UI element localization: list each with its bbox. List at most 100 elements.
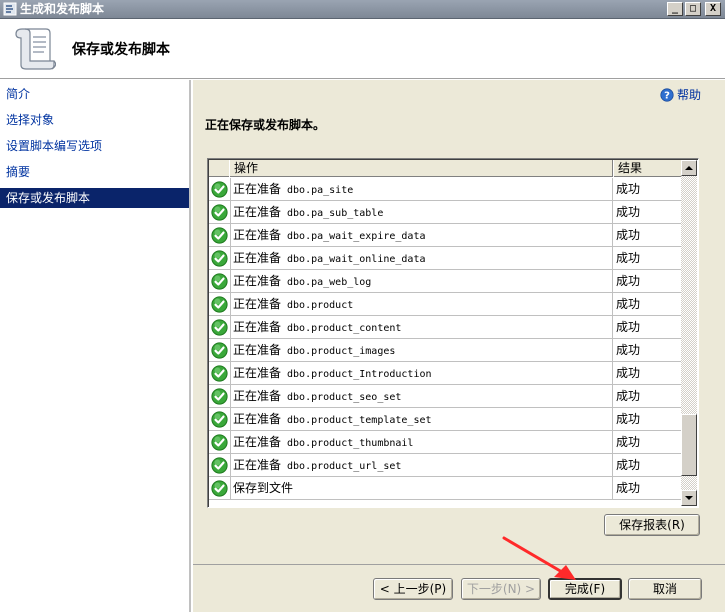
scroll-down-button[interactable]: [681, 490, 697, 506]
save-report-button[interactable]: 保存报表(R): [604, 514, 700, 536]
action-cell: 正在准备 dbo.pa_wait_expire_data: [230, 224, 612, 247]
action-text: 正在准备: [233, 274, 282, 288]
success-check-icon: [211, 434, 228, 451]
table-row[interactable]: 正在准备 dbo.pa_site 成功: [209, 178, 681, 201]
scroll-up-button[interactable]: [681, 160, 697, 176]
minimize-button[interactable]: _: [667, 2, 683, 16]
column-header-result[interactable]: 结果: [613, 160, 684, 177]
object-name: dbo.product: [287, 300, 354, 311]
result-cell: 成功: [612, 454, 681, 477]
table-row[interactable]: 正在准备 dbo.pa_wait_online_data 成功: [209, 247, 681, 270]
table-row[interactable]: 正在准备 dbo.pa_sub_table 成功: [209, 201, 681, 224]
wizard-footer: < 上一步(P) 下一步(N) > 完成(F) 取消: [193, 564, 725, 612]
success-check-icon: [211, 388, 228, 405]
window-controls: _ □ X: [667, 2, 721, 16]
result-cell: 成功: [612, 477, 681, 500]
table-row[interactable]: 正在准备 dbo.product_content 成功: [209, 316, 681, 339]
action-text: 正在准备: [233, 389, 282, 403]
action-text: 正在准备: [233, 182, 282, 196]
script-scroll-icon: [15, 28, 56, 70]
object-name: dbo.product_images: [287, 346, 396, 357]
help-link[interactable]: ? 帮助: [660, 86, 701, 103]
next-button[interactable]: 下一步(N) >: [461, 578, 541, 600]
help-icon: ?: [660, 87, 674, 102]
result-cell: 成功: [612, 431, 681, 454]
nav-item-choose-objects[interactable]: 选择对象: [0, 110, 189, 130]
table-row[interactable]: 正在准备 dbo.product 成功: [209, 293, 681, 316]
nav-item-scripting-options[interactable]: 设置脚本编写选项: [0, 136, 189, 156]
action-text: 正在准备: [233, 228, 282, 242]
action-cell: 保存到文件: [230, 477, 612, 500]
action-text: 正在准备: [233, 297, 282, 311]
action-text: 正在准备: [233, 343, 282, 357]
results-grid: 操作 结果 正在准备 dbo.pa_site 成功 正在准备 dbo.pa_sub_ta…: [207, 158, 699, 508]
scroll-thumb[interactable]: [681, 414, 697, 476]
finish-button[interactable]: 完成(F): [548, 578, 622, 600]
object-name: dbo.pa_wait_expire_data: [287, 231, 426, 242]
success-check-icon: [211, 227, 228, 244]
object-name: dbo.pa_sub_table: [287, 208, 384, 219]
svg-text:?: ?: [664, 90, 670, 101]
help-label: 帮助: [676, 88, 701, 102]
table-row[interactable]: 正在准备 dbo.product_Introduction 成功: [209, 362, 681, 385]
arrow-up-icon: [685, 166, 693, 170]
action-cell: 正在准备 dbo.product_template_set: [230, 408, 612, 431]
success-check-icon: [211, 480, 228, 497]
table-row[interactable]: 正在准备 dbo.product_images 成功: [209, 339, 681, 362]
result-cell: 成功: [612, 224, 681, 247]
close-button[interactable]: X: [705, 2, 721, 16]
success-check-icon: [211, 365, 228, 382]
action-cell: 正在准备 dbo.pa_web_log: [230, 270, 612, 293]
object-name: dbo.pa_wait_online_data: [287, 254, 426, 265]
table-row[interactable]: 正在准备 dbo.pa_wait_expire_data 成功: [209, 224, 681, 247]
action-text: 正在准备: [233, 435, 282, 449]
success-check-icon: [211, 296, 228, 313]
success-check-icon: [211, 411, 228, 428]
result-cell: 成功: [612, 339, 681, 362]
table-row[interactable]: 正在准备 dbo.product_seo_set 成功: [209, 385, 681, 408]
success-check-icon: [211, 250, 228, 267]
result-cell: 成功: [612, 362, 681, 385]
table-row[interactable]: 保存到文件 成功: [209, 477, 681, 500]
object-name: dbo.product_content: [287, 323, 402, 334]
result-cell: 成功: [612, 385, 681, 408]
action-text: 正在准备: [233, 412, 282, 426]
object-name: dbo.product_url_set: [287, 461, 402, 472]
cancel-button[interactable]: 取消: [628, 578, 702, 600]
window-title: 生成和发布脚本: [20, 2, 105, 16]
nav-item-intro[interactable]: 简介: [0, 84, 189, 104]
grid-header: 操作 结果: [209, 160, 684, 177]
action-text: 保存到文件: [233, 481, 294, 495]
action-cell: 正在准备 dbo.product_images: [230, 339, 612, 362]
action-text: 正在准备: [233, 251, 282, 265]
action-cell: 正在准备 dbo.product_thumbnail: [230, 431, 612, 454]
action-text: 正在准备: [233, 320, 282, 334]
nav-item-summary[interactable]: 摘要: [0, 162, 189, 182]
table-row[interactable]: 正在准备 dbo.product_thumbnail 成功: [209, 431, 681, 454]
success-check-icon: [211, 319, 228, 336]
previous-button[interactable]: < 上一步(P): [373, 578, 453, 600]
object-name: dbo.pa_web_log: [287, 277, 372, 288]
title-bar[interactable]: 生成和发布脚本 _ □ X: [0, 0, 725, 19]
action-cell: 正在准备 dbo.pa_site: [230, 178, 612, 201]
success-check-icon: [211, 273, 228, 290]
action-cell: 正在准备 dbo.product_Introduction: [230, 362, 612, 385]
column-header-action[interactable]: 操作: [229, 160, 613, 177]
action-cell: 正在准备 dbo.product_url_set: [230, 454, 612, 477]
content-pane: ? 帮助 正在保存或发布脚本。 操作 结果 正在准备 dbo.pa_site 成功正…: [193, 80, 725, 564]
grid-rows: 正在准备 dbo.pa_site 成功 正在准备 dbo.pa_sub_table 成功正…: [209, 178, 681, 506]
success-check-icon: [211, 457, 228, 474]
table-row[interactable]: 正在准备 dbo.product_url_set 成功: [209, 454, 681, 477]
nav-item-save-publish[interactable]: 保存或发布脚本: [0, 188, 189, 208]
grid-scrollbar[interactable]: [681, 160, 697, 506]
action-cell: 正在准备 dbo.pa_wait_online_data: [230, 247, 612, 270]
status-heading: 正在保存或发布脚本。: [205, 118, 326, 132]
action-cell: 正在准备 dbo.pa_sub_table: [230, 201, 612, 224]
action-cell: 正在准备 dbo.product_seo_set: [230, 385, 612, 408]
object-name: dbo.product_seo_set: [287, 392, 402, 403]
table-row[interactable]: 正在准备 dbo.product_template_set 成功: [209, 408, 681, 431]
table-row[interactable]: 正在准备 dbo.pa_web_log 成功: [209, 270, 681, 293]
result-cell: 成功: [612, 201, 681, 224]
maximize-button[interactable]: □: [685, 2, 701, 16]
object-name: dbo.product_thumbnail: [287, 438, 414, 449]
